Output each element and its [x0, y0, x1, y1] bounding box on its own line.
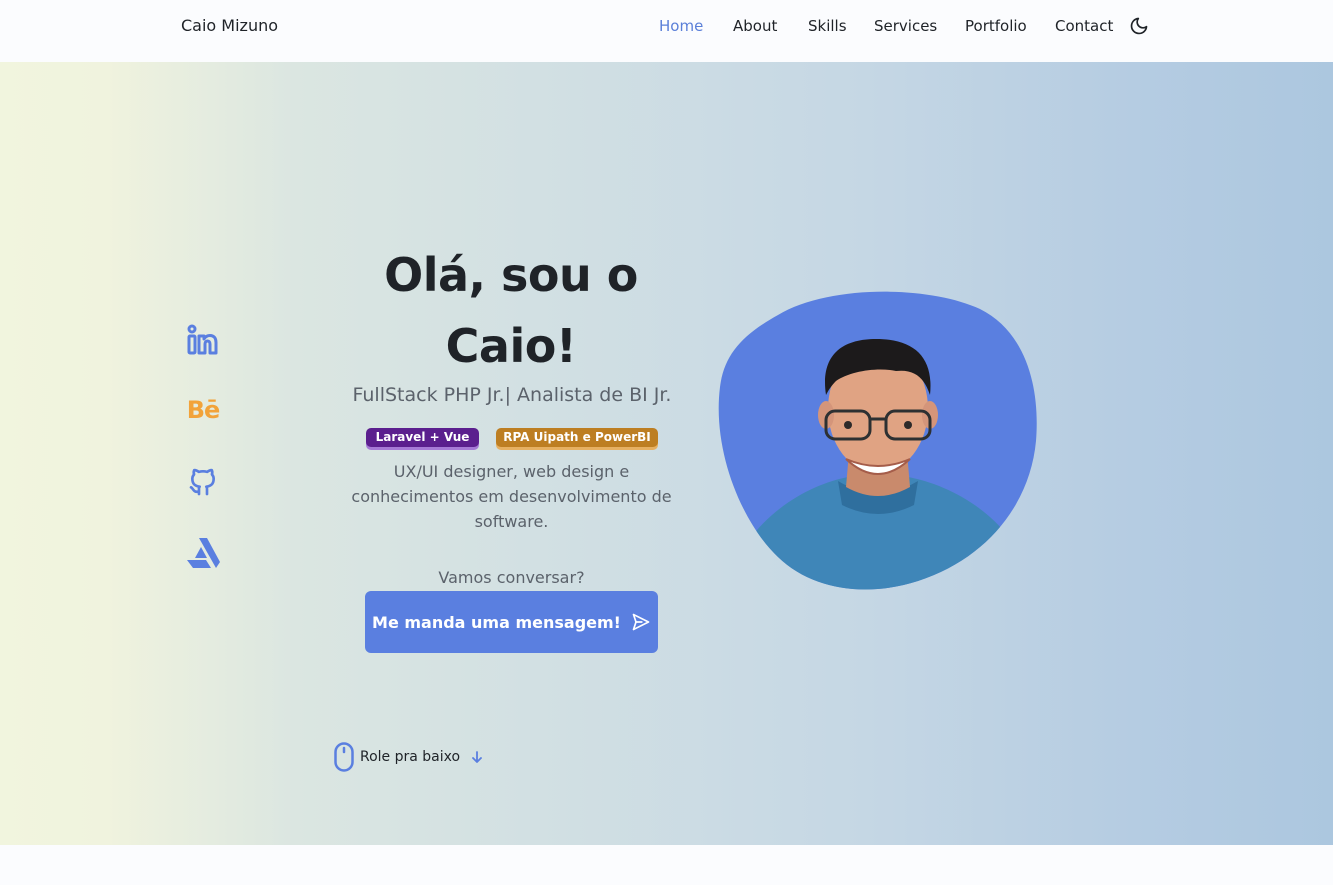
github-icon[interactable]	[185, 464, 221, 500]
badge-laravel: Laravel + Vue	[366, 428, 479, 447]
scroll-down-link[interactable]: Role pra baixo	[334, 742, 484, 772]
hero-subtitle: FullStack PHP Jr.| Analista de BI Jr.	[352, 384, 672, 406]
badge-rpa: RPA Uipath e PowerBI	[496, 428, 658, 447]
behance-icon[interactable]: Bē	[185, 392, 221, 428]
nav-home[interactable]: Home	[659, 17, 703, 35]
hero-title-line2: Caio!	[445, 319, 577, 373]
hero-description: UX/UI designer, web design e conheciment…	[351, 462, 672, 531]
artstation-icon[interactable]	[185, 534, 221, 570]
cta-label: Vamos conversar?	[438, 568, 585, 587]
arrow-down-icon	[470, 750, 484, 764]
site-header: Caio Mizuno Home About Skills Services P…	[0, 0, 1333, 62]
send-icon	[631, 612, 651, 632]
scroll-hint-label: Role pra baixo	[360, 749, 461, 765]
nav-services[interactable]: Services	[874, 17, 937, 35]
nav-portfolio[interactable]: Portfolio	[965, 17, 1027, 35]
nav-skills[interactable]: Skills	[808, 17, 847, 35]
nav-about[interactable]: About	[733, 17, 777, 35]
mouse-icon	[334, 742, 354, 772]
linkedin-icon[interactable]	[185, 322, 221, 358]
profile-image	[718, 291, 1040, 591]
send-message-label: Me manda uma mensagem!	[372, 612, 621, 632]
nav-contact[interactable]: Contact	[1055, 17, 1113, 35]
send-message-button[interactable]: Me manda uma mensagem!	[365, 591, 658, 653]
hero-section: Bē Olá, sou o Caio! FullStack PHP Jr.| A…	[0, 62, 1333, 845]
hero-title-line1: Olá, sou o	[384, 248, 638, 302]
behance-label: Bē	[186, 396, 221, 424]
moon-icon[interactable]	[1128, 15, 1150, 37]
